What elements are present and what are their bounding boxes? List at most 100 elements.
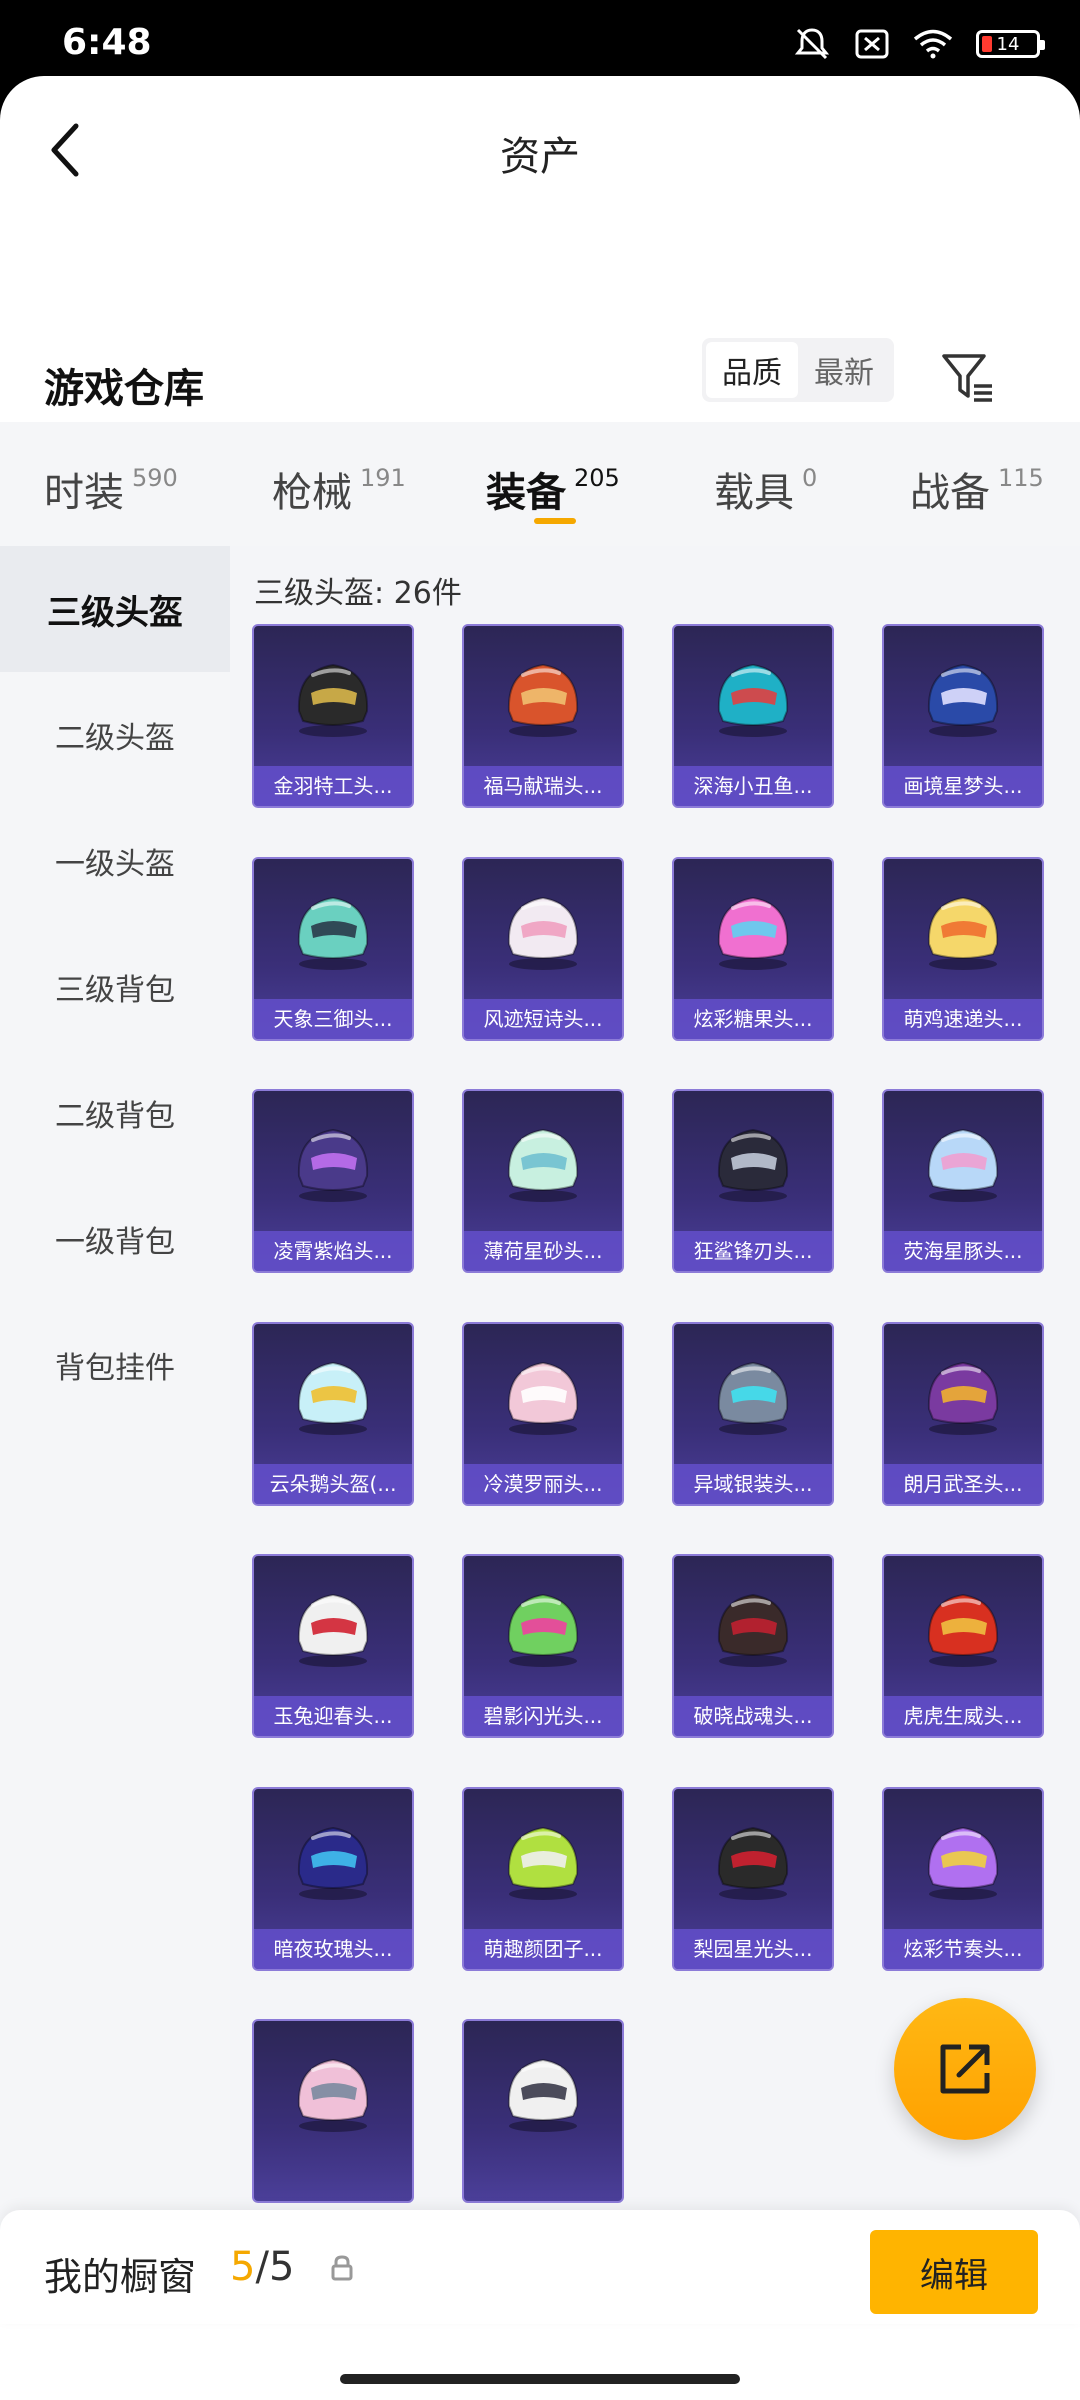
helmet-icon	[507, 1593, 579, 1667]
helmet-image	[464, 1556, 622, 1694]
sidebar-item-level2-backpack[interactable]: 二级背包	[0, 1050, 230, 1176]
item-card[interactable]: 天象三御头...	[252, 856, 414, 1041]
helmet-icon	[507, 663, 579, 737]
helmet-icon	[717, 1361, 789, 1435]
item-name: 萌趣颜团子...	[464, 1928, 622, 1969]
helmet-icon	[297, 896, 369, 970]
helmet-image	[464, 1324, 622, 1462]
item-card[interactable]: 金羽特工头...	[252, 624, 414, 808]
edit-button[interactable]: 编辑	[870, 2230, 1038, 2314]
sidebar-item-level3-helmet[interactable]: 三级头盔	[0, 546, 230, 672]
item-name: 碧影闪光头...	[464, 1696, 622, 1736]
status-time: 6:48	[62, 22, 152, 63]
item-name: 福马献瑞头...	[464, 766, 622, 806]
helmet-image	[674, 1556, 832, 1694]
tab-combat-gear[interactable]: 战备 115	[910, 460, 1044, 518]
item-card[interactable]	[252, 2019, 414, 2203]
tab-label: 载具	[714, 470, 794, 516]
item-card[interactable]: 暗夜玫瑰头...	[252, 1786, 414, 1971]
item-card[interactable]: 朗月武圣头...	[882, 1321, 1044, 1506]
sidebar-item-level3-backpack[interactable]: 三级背包	[0, 924, 230, 1050]
helmet-icon	[927, 1826, 999, 1900]
showcase-separator: /	[255, 2244, 269, 2290]
tab-guns[interactable]: 枪械 191	[272, 460, 406, 518]
no-sim-icon	[855, 29, 889, 59]
helmet-icon	[717, 1128, 789, 1202]
helmet-icon	[507, 2058, 579, 2132]
tab-vehicles[interactable]: 载具 0	[714, 460, 817, 518]
item-name: 风迹短诗头...	[464, 998, 622, 1039]
helmet-image	[674, 1789, 832, 1927]
helmet-icon	[717, 663, 789, 737]
helmet-icon	[297, 1826, 369, 1900]
helmet-icon	[717, 896, 789, 970]
home-indicator[interactable]	[340, 2374, 740, 2384]
mute-vibrate-icon	[794, 28, 830, 60]
item-card[interactable]: 风迹短诗头...	[462, 856, 624, 1041]
item-card[interactable]: 萌趣颜团子...	[462, 1786, 624, 1971]
item-card[interactable]: 薄荷星砂头...	[462, 1089, 624, 1273]
helmet-icon	[297, 1361, 369, 1435]
app-screen: 资产 游戏仓库 品质 最新 时装 590 枪械 191 装备 205 载具 0 …	[0, 76, 1080, 2400]
tab-label: 战备	[910, 470, 990, 516]
item-name: 炫彩节奏头...	[884, 1928, 1042, 1969]
helmet-icon	[507, 1128, 579, 1202]
helmet-image	[254, 1091, 412, 1229]
tab-label: 时装	[44, 470, 124, 516]
tab-count: 115	[998, 464, 1044, 492]
item-name: 冷漠罗丽头...	[464, 1463, 622, 1504]
item-card[interactable]: 冷漠罗丽头...	[462, 1321, 624, 1506]
item-name: 梨园星光头...	[674, 1928, 832, 1969]
item-card[interactable]: 碧影闪光头...	[462, 1554, 624, 1738]
helmet-icon	[507, 896, 579, 970]
item-card[interactable]: 福马献瑞头...	[462, 624, 624, 808]
item-card[interactable]	[462, 2019, 624, 2203]
helmet-icon	[297, 1128, 369, 1202]
page-title: 资产	[500, 134, 580, 180]
helmet-icon	[297, 663, 369, 737]
sidebar-item-level1-backpack[interactable]: 一级背包	[0, 1176, 230, 1302]
item-card[interactable]: 云朵鹅头盔(...	[252, 1321, 414, 1506]
item-name: 异域银装头...	[674, 1463, 832, 1504]
item-card[interactable]: 荧海星豚头...	[882, 1089, 1044, 1273]
item-card[interactable]: 梨园星光头...	[672, 1786, 834, 1971]
tab-equipment[interactable]: 装备 205	[486, 460, 620, 518]
item-card[interactable]: 深海小丑鱼...	[672, 624, 834, 808]
sort-quality[interactable]: 品质	[706, 342, 798, 398]
item-card[interactable]: 炫彩节奏头...	[882, 1786, 1044, 1971]
helmet-image	[674, 1324, 832, 1462]
helmet-icon	[927, 1593, 999, 1667]
sidebar-item-backpack-charm[interactable]: 背包挂件	[0, 1302, 230, 1428]
item-name: 深海小丑鱼...	[674, 766, 832, 806]
item-name: 凌霄紫焰头...	[254, 1231, 412, 1271]
tab-label: 装备	[486, 470, 566, 516]
item-name: 玉兔迎春头...	[254, 1696, 412, 1736]
item-card[interactable]: 破晓战魂头...	[672, 1554, 834, 1738]
battery-level: 14	[996, 33, 1020, 55]
filter-button[interactable]	[940, 350, 996, 406]
item-card[interactable]: 凌霄紫焰头...	[252, 1089, 414, 1273]
item-card[interactable]: 炫彩糖果头...	[672, 856, 834, 1041]
item-name: 萌鸡速递头...	[884, 998, 1042, 1039]
showcase-max: 5	[268, 2244, 295, 2290]
tab-count: 191	[360, 464, 406, 492]
helmet-icon	[927, 1361, 999, 1435]
tab-fashion[interactable]: 时装 590	[44, 460, 178, 518]
helmet-image	[464, 1091, 622, 1229]
share-button[interactable]	[894, 1998, 1036, 2140]
item-card[interactable]: 异域银装头...	[672, 1321, 834, 1506]
showcase-current: 5	[230, 2244, 256, 2290]
item-card[interactable]: 狂鲨锋刃头...	[672, 1089, 834, 1273]
sort-newest[interactable]: 最新	[798, 342, 890, 398]
sidebar-item-level2-helmet[interactable]: 二级头盔	[0, 672, 230, 798]
item-card[interactable]: 萌鸡速递头...	[882, 856, 1044, 1041]
item-card[interactable]: 画境星梦头...	[882, 624, 1044, 808]
item-name: 薄荷星砂头...	[464, 1231, 622, 1271]
helmet-image	[884, 1324, 1042, 1462]
item-card[interactable]: 虎虎生威头...	[882, 1554, 1044, 1738]
active-tab-indicator	[534, 518, 576, 524]
item-card[interactable]: 玉兔迎春头...	[252, 1554, 414, 1738]
helmet-image	[254, 859, 412, 997]
warehouse-title: 游戏仓库	[44, 366, 204, 412]
sidebar-item-level1-helmet[interactable]: 一级头盔	[0, 798, 230, 924]
